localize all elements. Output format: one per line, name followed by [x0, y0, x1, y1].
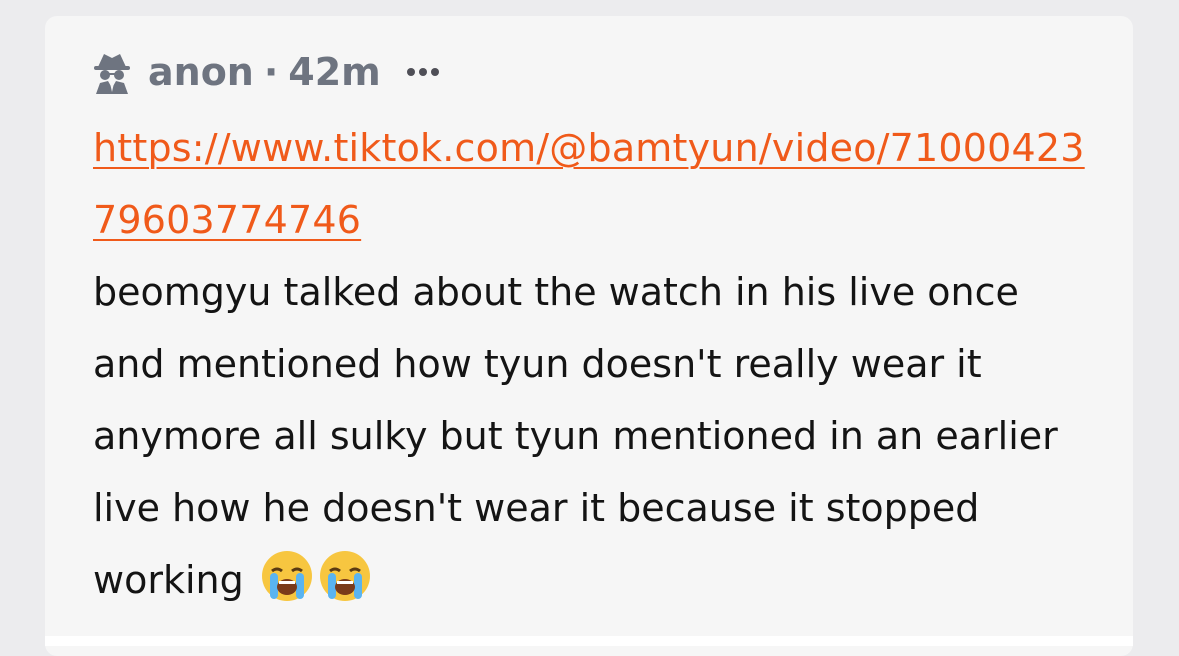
dot — [418, 68, 427, 76]
spy-icon — [90, 50, 134, 94]
post-body: beomgyu talked about the watch in his li… — [93, 256, 1093, 616]
tiktok-link[interactable]: https://www.tiktok.com/@bamtyun/video/71… — [93, 112, 1093, 256]
post-body-text: beomgyu talked about the watch in his li… — [93, 270, 1058, 602]
post-header: anon · 42m — [90, 48, 439, 96]
loudly-crying-face-icon — [318, 549, 372, 603]
loudly-crying-face-icon — [260, 549, 314, 603]
ellipsis-icon[interactable] — [406, 68, 439, 76]
author-name[interactable]: anon — [148, 50, 254, 94]
meta-separator: · — [263, 50, 279, 94]
post-time: 42m — [288, 50, 381, 94]
dot — [430, 68, 439, 76]
divider — [45, 636, 1133, 646]
dot — [406, 68, 415, 76]
post-content: https://www.tiktok.com/@bamtyun/video/71… — [93, 112, 1093, 616]
